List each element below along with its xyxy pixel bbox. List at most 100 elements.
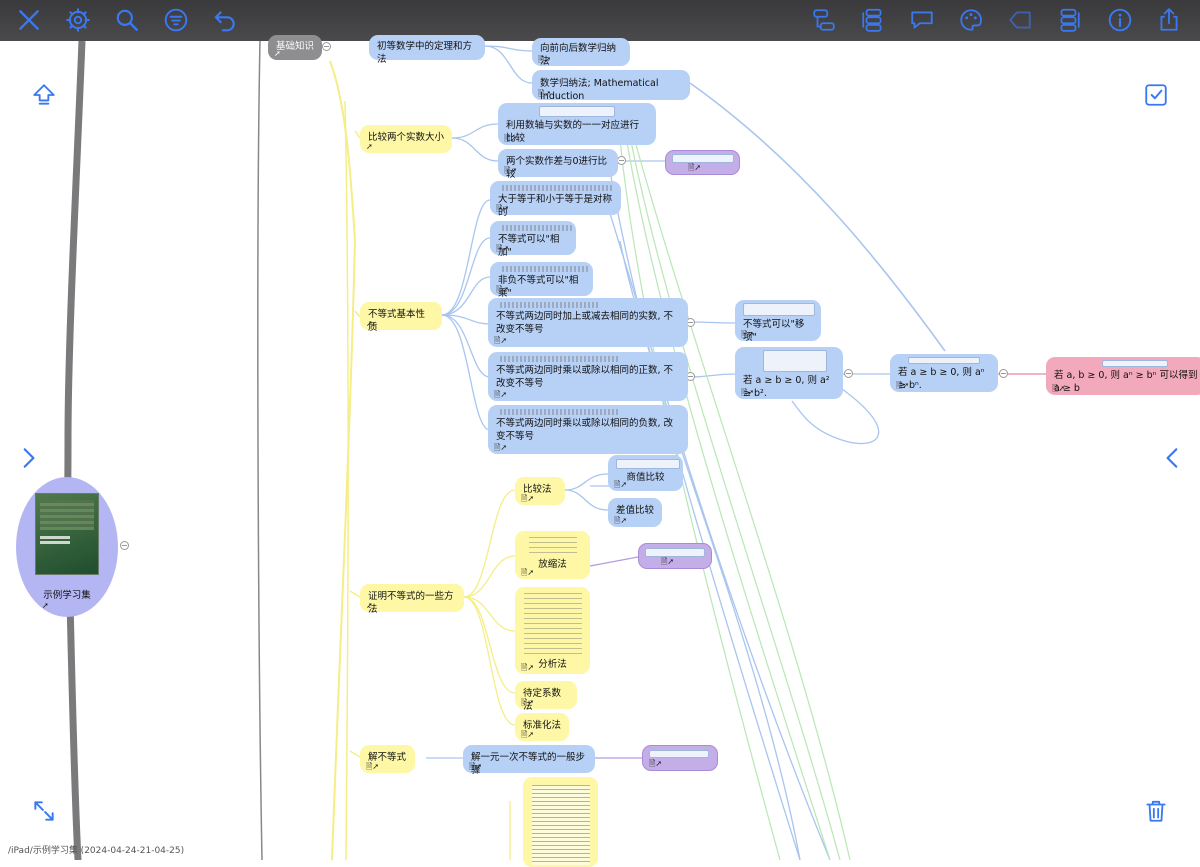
note-link-icon: 🗎➚ bbox=[896, 381, 910, 390]
node-zhengshu[interactable]: 不等式两边同时乘以或除以相同的正数, 不改变不等号 🗎➚ bbox=[488, 352, 688, 401]
node-xiangcheng[interactable]: 非负不等式可以"相乘" 🗎➚ bbox=[490, 262, 593, 299]
node-xiangjia[interactable]: 不等式可以"相加" 🗎➚ bbox=[490, 221, 576, 258]
note-link-icon: 🗎➚ bbox=[661, 557, 675, 566]
fullscreen-icon[interactable] bbox=[28, 795, 60, 827]
share-icon[interactable] bbox=[1153, 4, 1185, 36]
node-label: 不等式基本性质 bbox=[368, 309, 426, 333]
node-biaozhun[interactable]: 标准化法 🗎➚ bbox=[515, 713, 569, 741]
node-pingfang[interactable]: 若 a ≥ b ≥ 0, 则 a² ≥ b². 🗎➚ bbox=[735, 347, 843, 399]
formula-image bbox=[743, 303, 815, 316]
collapse-left-icon[interactable] bbox=[1157, 442, 1189, 474]
node-attachment[interactable]: 🗎➚ bbox=[665, 150, 740, 175]
move-up-icon[interactable] bbox=[28, 79, 60, 111]
node-bijiaofa[interactable]: 比较法 🗎➚ bbox=[515, 477, 565, 505]
note-link-icon: 🗎➚ bbox=[521, 568, 535, 577]
root-node[interactable]: 示例学习集 ➚ bbox=[16, 477, 118, 617]
node-nci[interactable]: 若 a ≥ b ≥ 0, 则 aⁿ ≥ bⁿ. 🗎➚ bbox=[890, 354, 998, 392]
node-guina[interactable]: 数学归纳法; Mathematical Induction 🗎➚ bbox=[532, 70, 690, 102]
collapse-toggle[interactable] bbox=[120, 541, 129, 550]
trash-icon[interactable] bbox=[1140, 795, 1172, 827]
node-jichu[interactable]: 基础知识 ➚ bbox=[268, 35, 322, 60]
node-dayu[interactable]: 大于等于和小于等于是对称的 🗎➚ bbox=[490, 181, 621, 218]
filter-icon[interactable] bbox=[160, 4, 192, 36]
image-thumbnail bbox=[649, 750, 709, 758]
node-kaifang[interactable]: 若 a, b ≥ 0, 则 aⁿ ≥ bⁿ 可以得到 a ≥ b 🗎➚ bbox=[1046, 357, 1200, 395]
node-jiben[interactable]: 不等式基本性质 ➚ bbox=[360, 302, 442, 333]
formula-image bbox=[502, 185, 614, 191]
node-chudeng[interactable]: 初等数学中的定理和方法 bbox=[369, 35, 485, 65]
document-image bbox=[531, 785, 590, 865]
note-link-icon: 🗎➚ bbox=[469, 762, 483, 771]
node-fushu[interactable]: 不等式两边同时乘以或除以相同的负数, 改变不等号 🗎➚ bbox=[488, 405, 688, 454]
note-link-icon: 🗎➚ bbox=[614, 480, 628, 489]
select-checkbox-icon[interactable] bbox=[1140, 79, 1172, 111]
formula-image bbox=[763, 350, 827, 372]
node-bijiao2[interactable]: 比较两个实数大小 ➚ bbox=[360, 125, 452, 153]
note-link-icon: 🗎➚ bbox=[496, 244, 510, 253]
settings-icon[interactable] bbox=[62, 4, 94, 36]
node-label: 非负不等式可以"相乘" bbox=[498, 275, 579, 299]
node-label: 证明不等式的一些方法 bbox=[368, 591, 454, 615]
mindmap-canvas[interactable]: 示例学习集 ➚ 基础知识 ➚ 初等数学中的定理和方法 向前向后数学归纳法 🗎➚ … bbox=[0, 35, 1200, 867]
node-document-thumbnail[interactable] bbox=[523, 777, 598, 867]
node-label: 若 a ≥ b ≥ 0, 则 a² ≥ b². bbox=[743, 375, 830, 399]
node-zuocha[interactable]: 两个实数作差与0进行比较 🗎➚ bbox=[498, 149, 618, 180]
expand-right-icon[interactable] bbox=[12, 442, 44, 474]
note-link-icon: 🗎➚ bbox=[496, 204, 510, 213]
formula-image bbox=[523, 593, 582, 655]
layout-left-icon[interactable] bbox=[808, 4, 840, 36]
node-shuzhou[interactable]: 利用数轴与实数的一一对应进行比较 🗎➚ bbox=[498, 103, 656, 145]
node-label: 初等数学中的定理和方法 bbox=[377, 41, 473, 65]
formula-image bbox=[616, 459, 680, 469]
image-thumbnail bbox=[672, 154, 734, 163]
layout-right-icon[interactable] bbox=[1053, 4, 1085, 36]
node-daiding[interactable]: 待定系数法 🗎➚ bbox=[515, 681, 577, 712]
note-link-icon: 🗎➚ bbox=[521, 494, 535, 503]
search-icon[interactable] bbox=[111, 4, 143, 36]
node-xiangqian[interactable]: 向前向后数学归纳法 🗎➚ bbox=[532, 38, 630, 67]
note-link-icon: 🗎➚ bbox=[688, 163, 702, 172]
node-chazhi[interactable]: 差值比较 🗎➚ bbox=[608, 498, 662, 527]
collapse-toggle[interactable] bbox=[844, 369, 853, 378]
note-link-icon: 🗎➚ bbox=[494, 390, 508, 399]
note-link-icon: 🗎➚ bbox=[521, 730, 535, 739]
node-yixiang[interactable]: 不等式可以"移项" 🗎➚ bbox=[735, 300, 821, 343]
node-label: 不等式两边同时加上或减去相同的实数, 不改变不等号 bbox=[496, 311, 674, 335]
node-label: 两个实数作差与0进行比较 bbox=[506, 156, 608, 180]
note-link-icon: 🗎➚ bbox=[504, 166, 518, 175]
node-yiyuan[interactable]: 解一元一次不等式的一般步骤 🗎➚ bbox=[463, 745, 595, 776]
node-jie[interactable]: 解不等式 🗎➚ bbox=[360, 745, 415, 773]
node-fenxi[interactable]: 分析法 🗎➚ bbox=[515, 587, 590, 674]
collapse-toggle[interactable] bbox=[999, 369, 1008, 378]
note-link-icon: 🗎➚ bbox=[649, 759, 663, 768]
collapse-toggle[interactable] bbox=[617, 156, 626, 165]
node-jiajian[interactable]: 不等式两边同时加上或减去相同的实数, 不改变不等号 🗎➚ bbox=[488, 298, 688, 347]
toolbar bbox=[0, 0, 1200, 41]
comment-icon[interactable] bbox=[906, 4, 938, 36]
close-icon[interactable] bbox=[13, 4, 45, 36]
color-icon[interactable] bbox=[955, 4, 987, 36]
formula-image bbox=[502, 225, 572, 231]
node-label: 不等式两边同时乘以或除以相同的负数, 改变不等号 bbox=[496, 418, 674, 442]
formula-image bbox=[500, 409, 620, 415]
node-attachment[interactable]: 🗎➚ bbox=[642, 745, 718, 771]
link-icon: ➚ bbox=[366, 601, 373, 610]
node-label: 数学归纳法; Mathematical Induction bbox=[540, 78, 659, 102]
note-link-icon: 🗎➚ bbox=[741, 388, 755, 397]
node-fangsuo[interactable]: 放缩法 🗎➚ bbox=[515, 531, 590, 579]
formula-image bbox=[908, 357, 980, 364]
formula-image bbox=[500, 302, 600, 308]
tag-icon[interactable] bbox=[1004, 4, 1036, 36]
undo-icon[interactable] bbox=[209, 4, 241, 36]
info-icon[interactable] bbox=[1104, 4, 1136, 36]
image-thumbnail bbox=[645, 548, 705, 557]
note-link-icon: 🗎➚ bbox=[504, 134, 518, 143]
node-shangzhi[interactable]: 商值比较 🗎➚ bbox=[608, 455, 683, 491]
collapse-toggle[interactable] bbox=[322, 42, 331, 51]
note-link-icon: 🗎➚ bbox=[521, 698, 535, 707]
node-attachment[interactable]: 🗎➚ bbox=[638, 543, 712, 569]
node-label: 利用数轴与实数的一一对应进行比较 bbox=[506, 120, 640, 144]
note-link-icon: 🗎➚ bbox=[1052, 384, 1066, 393]
layout-center-icon[interactable] bbox=[857, 4, 889, 36]
node-zhengming[interactable]: 证明不等式的一些方法 ➚ bbox=[360, 584, 464, 615]
